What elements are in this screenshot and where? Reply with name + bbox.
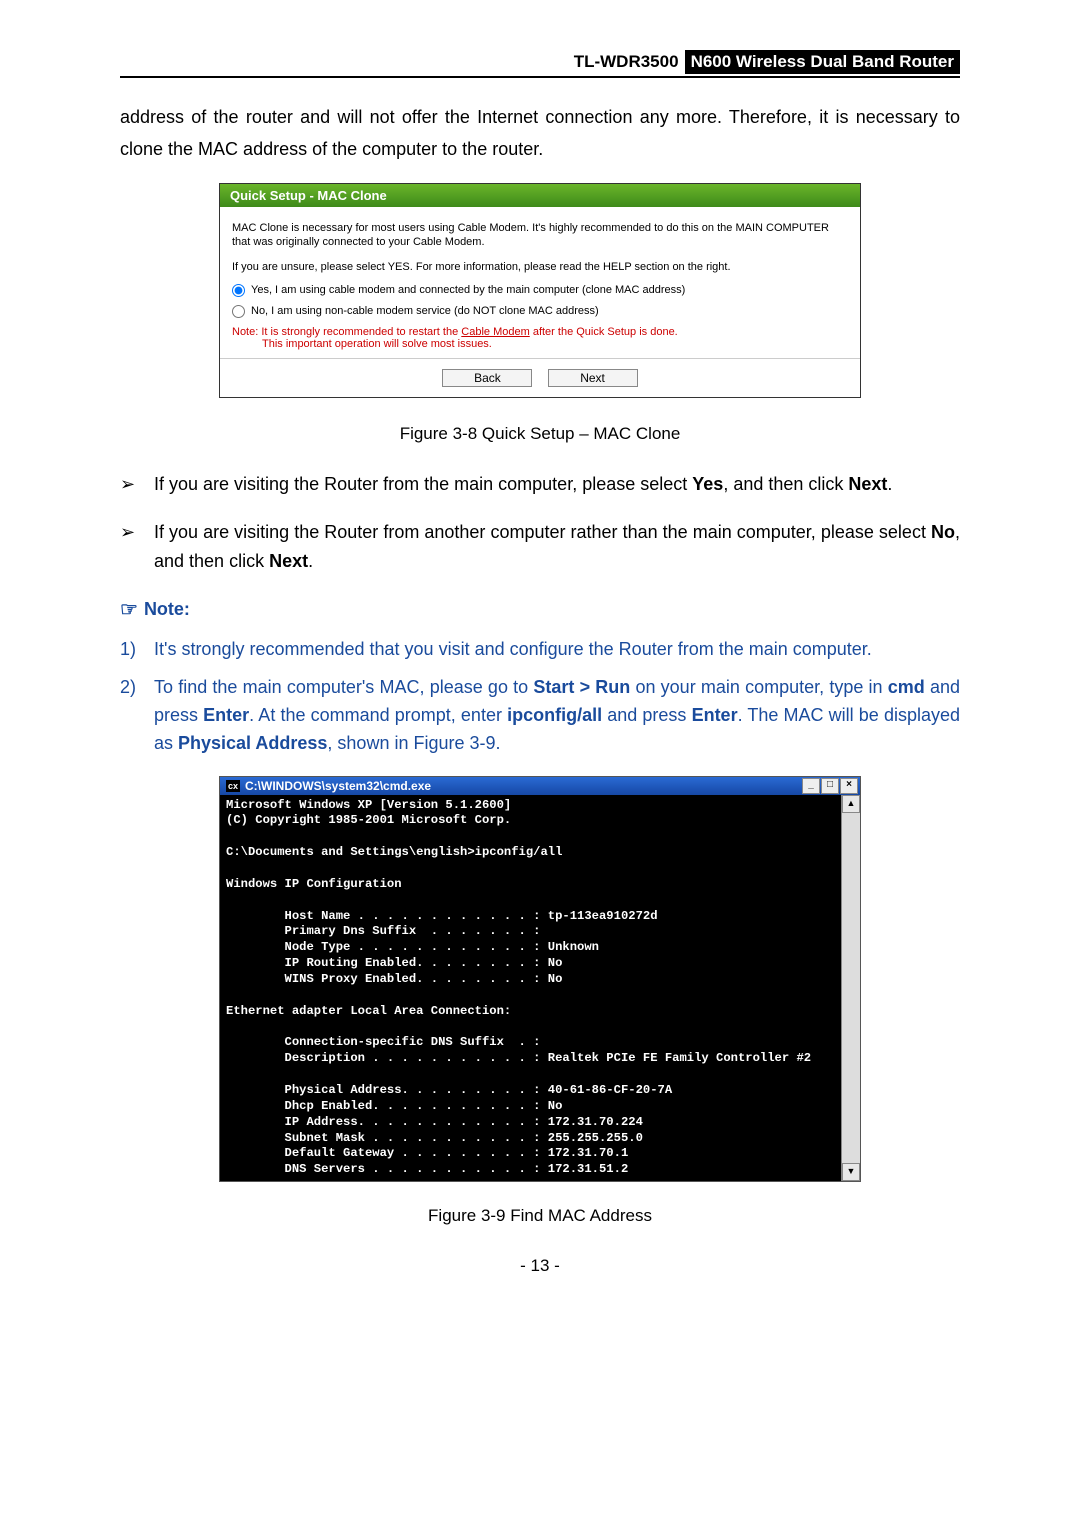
note-content-2: To find the main computer's MAC, please … bbox=[154, 674, 960, 758]
note-content-1: It's strongly recommended that you visit… bbox=[154, 636, 960, 664]
t: Start > Run bbox=[533, 677, 630, 697]
scroll-track[interactable] bbox=[842, 813, 860, 1164]
quick-setup-body: MAC Clone is necessary for most users us… bbox=[220, 207, 860, 358]
t: Next bbox=[848, 474, 887, 494]
header-inner: TL-WDR3500 N600 Wireless Dual Band Route… bbox=[120, 50, 960, 74]
note-marker-1: 1) bbox=[120, 636, 154, 664]
t: . bbox=[308, 551, 313, 571]
qs-note-underlined: Cable Modem bbox=[461, 326, 529, 338]
cmd-titlebar: cx C:\WINDOWS\system32\cmd.exe _ □ × bbox=[220, 777, 860, 795]
note-heading: ☞ Note: bbox=[120, 597, 960, 622]
t: Enter bbox=[692, 705, 738, 725]
qs-desc2: If you are unsure, please select YES. Fo… bbox=[232, 260, 848, 274]
bullet-item-1: ➢ If you are visiting the Router from th… bbox=[120, 470, 960, 500]
quick-setup-screenshot: Quick Setup - MAC Clone MAC Clone is nec… bbox=[219, 183, 861, 398]
bullet-content-2: If you are visiting the Router from anot… bbox=[154, 518, 960, 577]
quick-setup-title: Quick Setup - MAC Clone bbox=[220, 184, 860, 207]
t: Enter bbox=[203, 705, 249, 725]
qs-note-text: It is strongly recommended to restart th… bbox=[258, 326, 461, 338]
cmd-title-text: C:\WINDOWS\system32\cmd.exe bbox=[245, 779, 801, 793]
qs-note-after: after the Quick Setup is done. bbox=[530, 326, 678, 338]
qs-note-line2: This important operation will solve most… bbox=[262, 338, 848, 350]
bullet-marker: ➢ bbox=[120, 470, 154, 500]
t: , shown in Figure 3-9. bbox=[327, 733, 500, 753]
bullet-item-2: ➢ If you are visiting the Router from an… bbox=[120, 518, 960, 577]
qs-desc1: MAC Clone is necessary for most users us… bbox=[232, 221, 848, 250]
qs-note: Note: It is strongly recommended to rest… bbox=[232, 326, 848, 350]
note-item-1: 1) It's strongly recommended that you vi… bbox=[120, 636, 960, 664]
back-button[interactable]: Back bbox=[442, 369, 532, 387]
note-label: Note: bbox=[144, 599, 190, 620]
note-list: 1) It's strongly recommended that you vi… bbox=[120, 636, 960, 758]
figure-3-8-caption: Figure 3-8 Quick Setup – MAC Clone bbox=[120, 424, 960, 444]
close-button[interactable]: × bbox=[840, 778, 858, 794]
intro-paragraph: address of the router and will not offer… bbox=[120, 102, 960, 165]
product-label: N600 Wireless Dual Band Router bbox=[685, 50, 960, 74]
t: Next bbox=[269, 551, 308, 571]
radio-no-label: No, I am using non-cable modem service (… bbox=[251, 305, 599, 317]
t: , and then click bbox=[723, 474, 848, 494]
t: cmd bbox=[888, 677, 925, 697]
cmd-output: Microsoft Windows XP [Version 5.1.2600] … bbox=[220, 795, 841, 1182]
t: If you are visiting the Router from anot… bbox=[154, 522, 931, 542]
note-marker-2: 2) bbox=[120, 674, 154, 758]
t: ipconfig/all bbox=[507, 705, 602, 725]
bullet-list: ➢ If you are visiting the Router from th… bbox=[120, 470, 960, 577]
bullet-content-1: If you are visiting the Router from the … bbox=[154, 470, 960, 500]
scroll-up-icon[interactable]: ▲ bbox=[842, 795, 860, 813]
maximize-button[interactable]: □ bbox=[821, 778, 839, 794]
page-number: - 13 - bbox=[120, 1256, 960, 1276]
note-item-2: 2) To find the main computer's MAC, plea… bbox=[120, 674, 960, 758]
t: . At the command prompt, enter bbox=[249, 705, 507, 725]
t: and press bbox=[602, 705, 691, 725]
t: If you are visiting the Router from the … bbox=[154, 474, 692, 494]
qs-option-yes[interactable]: Yes, I am using cable modem and connecte… bbox=[232, 284, 848, 297]
next-button[interactable]: Next bbox=[548, 369, 638, 387]
page-header: TL-WDR3500 N600 Wireless Dual Band Route… bbox=[120, 50, 960, 78]
minimize-button[interactable]: _ bbox=[802, 778, 820, 794]
model-label: TL-WDR3500 bbox=[574, 52, 679, 72]
t: . bbox=[887, 474, 892, 494]
t: Physical Address bbox=[178, 733, 327, 753]
radio-no[interactable] bbox=[232, 305, 245, 318]
radio-yes[interactable] bbox=[232, 284, 245, 297]
cmd-icon: cx bbox=[226, 780, 240, 792]
figure-3-9-caption: Figure 3-9 Find MAC Address bbox=[120, 1206, 960, 1226]
qs-button-row: Back Next bbox=[220, 358, 860, 397]
qs-note-prefix: Note: bbox=[232, 326, 258, 338]
manual-page: TL-WDR3500 N600 Wireless Dual Band Route… bbox=[0, 0, 1080, 1527]
pointing-hand-icon: ☞ bbox=[120, 597, 138, 622]
t: on your main computer, type in bbox=[630, 677, 887, 697]
bullet-marker: ➢ bbox=[120, 518, 154, 577]
cmd-area: Microsoft Windows XP [Version 5.1.2600] … bbox=[220, 795, 860, 1182]
cmd-window: cx C:\WINDOWS\system32\cmd.exe _ □ × Mic… bbox=[219, 776, 861, 1183]
t: To find the main computer's MAC, please … bbox=[154, 677, 533, 697]
qs-option-no[interactable]: No, I am using non-cable modem service (… bbox=[232, 305, 848, 318]
cmd-scrollbar[interactable]: ▲ ▼ bbox=[841, 795, 860, 1182]
t: No bbox=[931, 522, 955, 542]
radio-yes-label: Yes, I am using cable modem and connecte… bbox=[251, 284, 685, 296]
scroll-down-icon[interactable]: ▼ bbox=[842, 1163, 860, 1181]
t: Yes bbox=[692, 474, 723, 494]
